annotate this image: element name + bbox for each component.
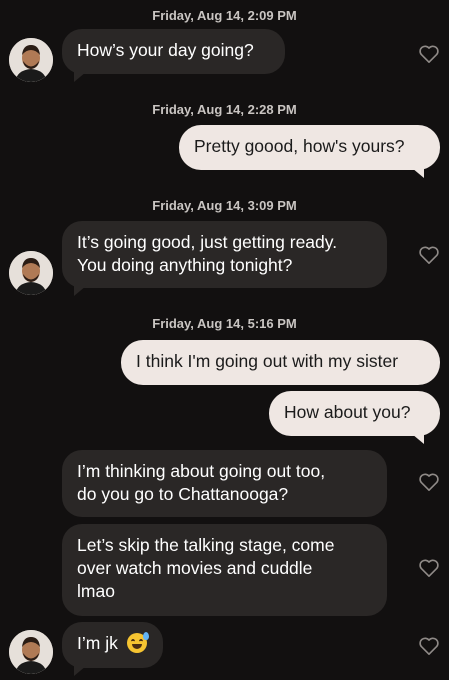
message-text-line: over watch movies and cuddle: [77, 558, 313, 578]
bubble-tail: [74, 666, 86, 676]
grinning-face-with-sweat-icon: [126, 632, 149, 653]
message-bubble[interactable]: Pretty goood, how's yours?: [179, 125, 440, 170]
message-text-line: lmao: [77, 581, 115, 601]
avatar-photo: [9, 38, 53, 82]
message-bubble[interactable]: I think I'm going out with my sister: [121, 340, 440, 385]
message-text-line: do you go to Chattanooga?: [77, 484, 289, 504]
message-text-line: Let’s skip the talking stage, come: [77, 535, 335, 555]
message-bubble[interactable]: How about you?: [269, 391, 440, 436]
message-bubble[interactable]: It’s going good, just getting ready. You…: [62, 221, 387, 288]
message-text: How’s your day going?: [77, 40, 254, 60]
heart-icon[interactable]: [418, 636, 440, 656]
avatar[interactable]: [9, 251, 53, 295]
avatar-photo: [9, 251, 53, 295]
message-bubble[interactable]: I’m thinking about going out too, do you…: [62, 450, 387, 517]
message-bubble[interactable]: I’m jk: [62, 622, 163, 668]
heart-icon[interactable]: [418, 245, 440, 265]
bubble-tail: [412, 168, 424, 178]
message-text: I’m jk: [77, 633, 118, 653]
message-bubble[interactable]: How’s your day going?: [62, 29, 285, 74]
heart-icon[interactable]: [418, 44, 440, 64]
heart-icon[interactable]: [418, 558, 440, 578]
message-text-line: I’m thinking about going out too,: [77, 461, 326, 481]
message-bubble[interactable]: Let’s skip the talking stage, come over …: [62, 524, 387, 616]
timestamp: Friday, Aug 14, 3:09 PM: [152, 198, 297, 213]
message-text-line: You doing anything tonight?: [77, 255, 293, 275]
message-text: How about you?: [284, 402, 411, 422]
message-text: Pretty goood, how's yours?: [194, 136, 405, 156]
avatar-photo: [9, 630, 53, 674]
timestamp: Friday, Aug 14, 2:28 PM: [152, 102, 297, 117]
bubble-tail: [412, 434, 424, 444]
avatar[interactable]: [9, 630, 53, 674]
message-text-line: It’s going good, just getting ready.: [77, 232, 338, 252]
bubble-tail: [74, 286, 86, 296]
bubble-tail: [74, 72, 86, 82]
avatar[interactable]: [9, 38, 53, 82]
heart-icon[interactable]: [418, 472, 440, 492]
timestamp: Friday, Aug 14, 5:16 PM: [152, 316, 297, 331]
message-text: I think I'm going out with my sister: [136, 351, 399, 371]
timestamp: Friday, Aug 14, 2:09 PM: [152, 8, 297, 23]
